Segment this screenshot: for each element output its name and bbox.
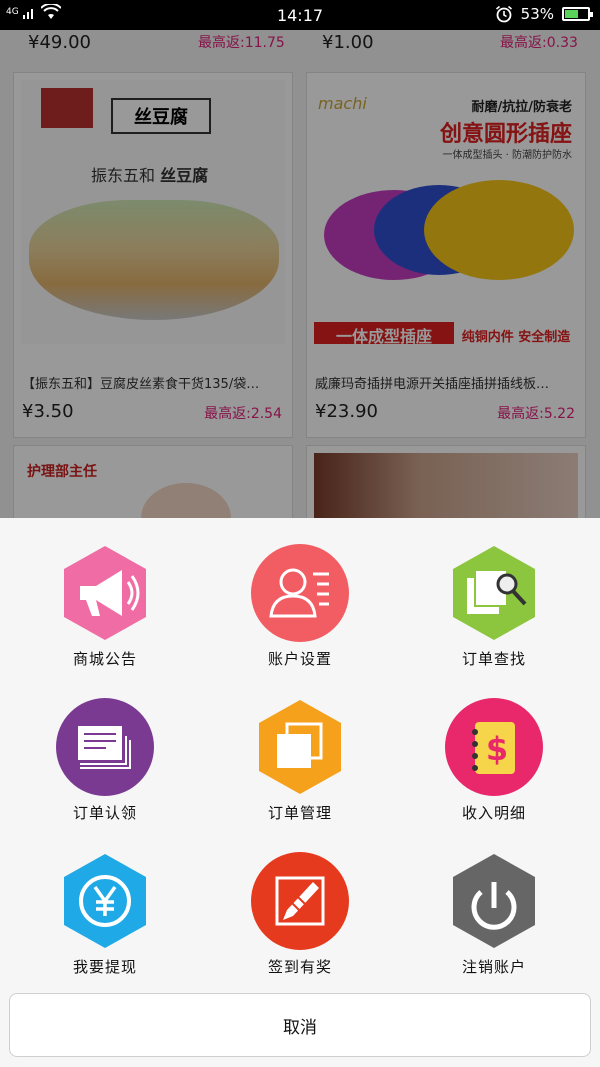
modal-backdrop[interactable] bbox=[0, 30, 600, 520]
power-icon bbox=[445, 852, 543, 950]
menu-label: 收入明细 bbox=[461, 804, 526, 822]
yen-icon bbox=[56, 852, 154, 950]
user-icon bbox=[251, 544, 349, 642]
menu-order-search[interactable]: 订单查找 bbox=[414, 544, 574, 694]
menu-label: 订单认领 bbox=[72, 804, 137, 822]
menu-logout-account[interactable]: 注销账户 bbox=[414, 852, 574, 1002]
menu-label: 账户设置 bbox=[267, 650, 332, 668]
cancel-button[interactable]: 取消 bbox=[9, 993, 591, 1057]
menu-label: 我要提现 bbox=[72, 958, 137, 976]
menu-label: 订单查找 bbox=[461, 650, 526, 668]
menu-label: 注销账户 bbox=[461, 958, 526, 976]
menu-mall-announcement[interactable]: 商城公告 bbox=[25, 544, 185, 694]
pen-sign-icon bbox=[251, 852, 349, 950]
svg-text:$: $ bbox=[486, 730, 508, 768]
menu-withdraw[interactable]: 我要提现 bbox=[25, 852, 185, 1002]
menu-order-management[interactable]: 订单管理 bbox=[220, 698, 380, 848]
menu-order-claim[interactable]: 订单认领 bbox=[25, 698, 185, 848]
ledger-dollar-icon: $ bbox=[445, 698, 543, 796]
status-bar: 4G 14:17 53% bbox=[0, 0, 600, 30]
copy-icon bbox=[251, 698, 349, 796]
battery-percent: 53% bbox=[520, 5, 554, 23]
menu-account-settings[interactable]: 账户设置 bbox=[220, 544, 380, 694]
battery-icon bbox=[562, 7, 593, 21]
action-sheet: 商城公告 账户设置 订单查找 订单认领 订单管理 $ 收入明细 我要提现 签到有… bbox=[0, 518, 600, 1067]
alarm-icon bbox=[495, 5, 512, 23]
status-right: 53% bbox=[495, 5, 593, 23]
menu-income-details[interactable]: $ 收入明细 bbox=[414, 698, 574, 848]
search-doc-icon bbox=[445, 544, 543, 642]
menu-check-in-reward[interactable]: 签到有奖 bbox=[220, 852, 380, 1002]
documents-icon bbox=[56, 698, 154, 796]
menu-label: 订单管理 bbox=[267, 804, 332, 822]
menu-label: 商城公告 bbox=[72, 650, 137, 668]
megaphone-icon bbox=[56, 544, 154, 642]
menu-label: 签到有奖 bbox=[267, 958, 332, 976]
battery-fill bbox=[565, 10, 578, 18]
